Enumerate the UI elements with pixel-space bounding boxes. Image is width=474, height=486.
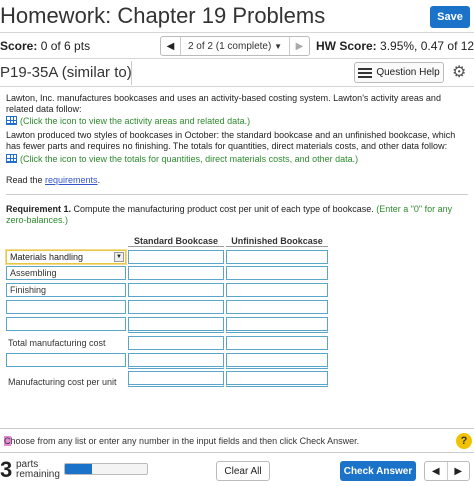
requirement-label: Requirement 1. bbox=[6, 204, 72, 214]
standard-input[interactable] bbox=[128, 336, 224, 350]
question-id: P19-35A (similar to) bbox=[0, 64, 132, 81]
progress-bar bbox=[64, 463, 148, 475]
read-requirements: Read the requirements. bbox=[6, 175, 466, 186]
unfinished-input[interactable] bbox=[226, 353, 328, 369]
unfinished-input[interactable] bbox=[226, 250, 328, 264]
table-icon[interactable] bbox=[6, 116, 17, 125]
column-header-standard: Standard Bookcase bbox=[133, 236, 219, 246]
page-title: Homework: Chapter 19 Problems bbox=[0, 3, 326, 28]
parts-remaining-label: parts remaining bbox=[16, 460, 60, 480]
problem-paragraph-2: Lawton produced two styles of bookcases … bbox=[6, 130, 456, 151]
divider bbox=[0, 428, 474, 429]
score-display: Score: 0 of 6 pts bbox=[0, 39, 90, 53]
question-pager: ◀ 2 of 2 (1 complete) ▼ ▶ bbox=[160, 36, 310, 56]
question-mark-icon[interactable]: ? bbox=[456, 433, 472, 449]
pager-text: 2 of 2 (1 complete) bbox=[187, 40, 272, 52]
activity-select[interactable]: Materials handling ▼ bbox=[5, 249, 127, 265]
activity-select-value: Materials handling bbox=[10, 252, 84, 262]
read-suffix: . bbox=[97, 175, 101, 185]
unfinished-input[interactable] bbox=[226, 371, 328, 387]
column-underline bbox=[226, 246, 328, 247]
row-label-box[interactable]: Finishing bbox=[6, 283, 126, 297]
read-prefix: Read the bbox=[6, 175, 46, 185]
question-nav: ◀ ▶ bbox=[424, 461, 470, 481]
chevron-left-icon[interactable]: ◀ bbox=[161, 37, 181, 55]
chevron-right-icon[interactable]: ▶ bbox=[446, 462, 470, 480]
unfinished-input[interactable] bbox=[226, 300, 328, 314]
divider bbox=[0, 58, 474, 59]
hw-score-value: 3.95%, 0.47 of 12... bbox=[380, 39, 474, 53]
requirement-text: Requirement 1. Compute the manufacturing… bbox=[6, 204, 466, 226]
divider bbox=[0, 86, 474, 87]
progress-fill bbox=[65, 464, 93, 474]
chevron-right-icon[interactable]: ▶ bbox=[289, 37, 309, 55]
score-value: 0 of 6 pts bbox=[40, 39, 91, 53]
list-icon bbox=[358, 67, 373, 78]
unit-cost-label: Manufacturing cost per unit bbox=[8, 377, 117, 387]
table-icon[interactable] bbox=[6, 154, 17, 163]
row-label-box[interactable]: Assembling bbox=[6, 266, 126, 280]
hw-score-label: HW Score: bbox=[316, 39, 377, 53]
problem-paragraph-1: Lawton, Inc. manufactures bookcases and … bbox=[6, 93, 441, 114]
parts-remaining-count: 3 bbox=[0, 457, 13, 482]
standard-input[interactable] bbox=[128, 266, 224, 280]
data-link-2[interactable]: (Click the icon to view the totals for q… bbox=[6, 154, 466, 165]
unfinished-input[interactable] bbox=[226, 336, 328, 350]
standard-input[interactable] bbox=[128, 317, 224, 333]
instruction-text: Choose from any list or enter any number… bbox=[4, 436, 359, 446]
standard-input[interactable] bbox=[128, 250, 224, 264]
unfinished-input[interactable] bbox=[226, 266, 328, 280]
requirements-link[interactable]: requirements bbox=[45, 175, 98, 185]
chevron-down-icon: ▼ bbox=[274, 41, 283, 51]
divider bbox=[0, 32, 474, 33]
gear-icon[interactable]: ⚙ bbox=[452, 62, 466, 82]
hw-score-display: HW Score: 3.95%, 0.47 of 12... bbox=[316, 39, 474, 53]
divider bbox=[6, 194, 468, 195]
data-link-2-text[interactable]: (Click the icon to view the totals for q… bbox=[20, 154, 358, 164]
column-header-unfinished: Unfinished Bookcase bbox=[231, 236, 323, 246]
standard-input[interactable] bbox=[128, 371, 224, 387]
save-button[interactable]: Save bbox=[430, 6, 470, 28]
data-link-1-text[interactable]: (Click the icon to view the activity are… bbox=[20, 116, 250, 126]
unfinished-input[interactable] bbox=[226, 283, 328, 297]
question-help-button[interactable]: Question Help bbox=[354, 62, 444, 83]
parts-line-2: remaining bbox=[16, 469, 60, 480]
standard-input[interactable] bbox=[128, 353, 224, 369]
chevron-down-icon[interactable]: ▼ bbox=[114, 252, 124, 262]
instruction-rest: hoose from any list or enter any number … bbox=[10, 436, 360, 446]
check-answer-button[interactable]: Check Answer bbox=[340, 461, 416, 481]
standard-input[interactable] bbox=[128, 283, 224, 297]
divider bbox=[131, 61, 132, 85]
row-label-input[interactable] bbox=[6, 317, 126, 331]
score-label: Score: bbox=[0, 39, 38, 53]
standard-input[interactable] bbox=[128, 300, 224, 314]
row-label-input[interactable] bbox=[6, 353, 126, 367]
unfinished-input[interactable] bbox=[226, 317, 328, 333]
chevron-left-icon[interactable]: ◀ bbox=[425, 462, 447, 480]
data-link-1[interactable]: (Click the icon to view the activity are… bbox=[6, 116, 466, 127]
total-cost-label: Total manufacturing cost bbox=[8, 338, 106, 348]
clear-all-button[interactable]: Clear All bbox=[216, 461, 270, 481]
question-help-label: Question Help bbox=[376, 67, 440, 78]
column-underline bbox=[128, 246, 224, 247]
pager-dropdown[interactable]: 2 of 2 (1 complete) ▼ bbox=[181, 41, 289, 52]
row-label-input[interactable] bbox=[6, 300, 126, 314]
divider bbox=[0, 452, 474, 453]
requirement-body: Compute the manufacturing product cost p… bbox=[71, 204, 377, 214]
